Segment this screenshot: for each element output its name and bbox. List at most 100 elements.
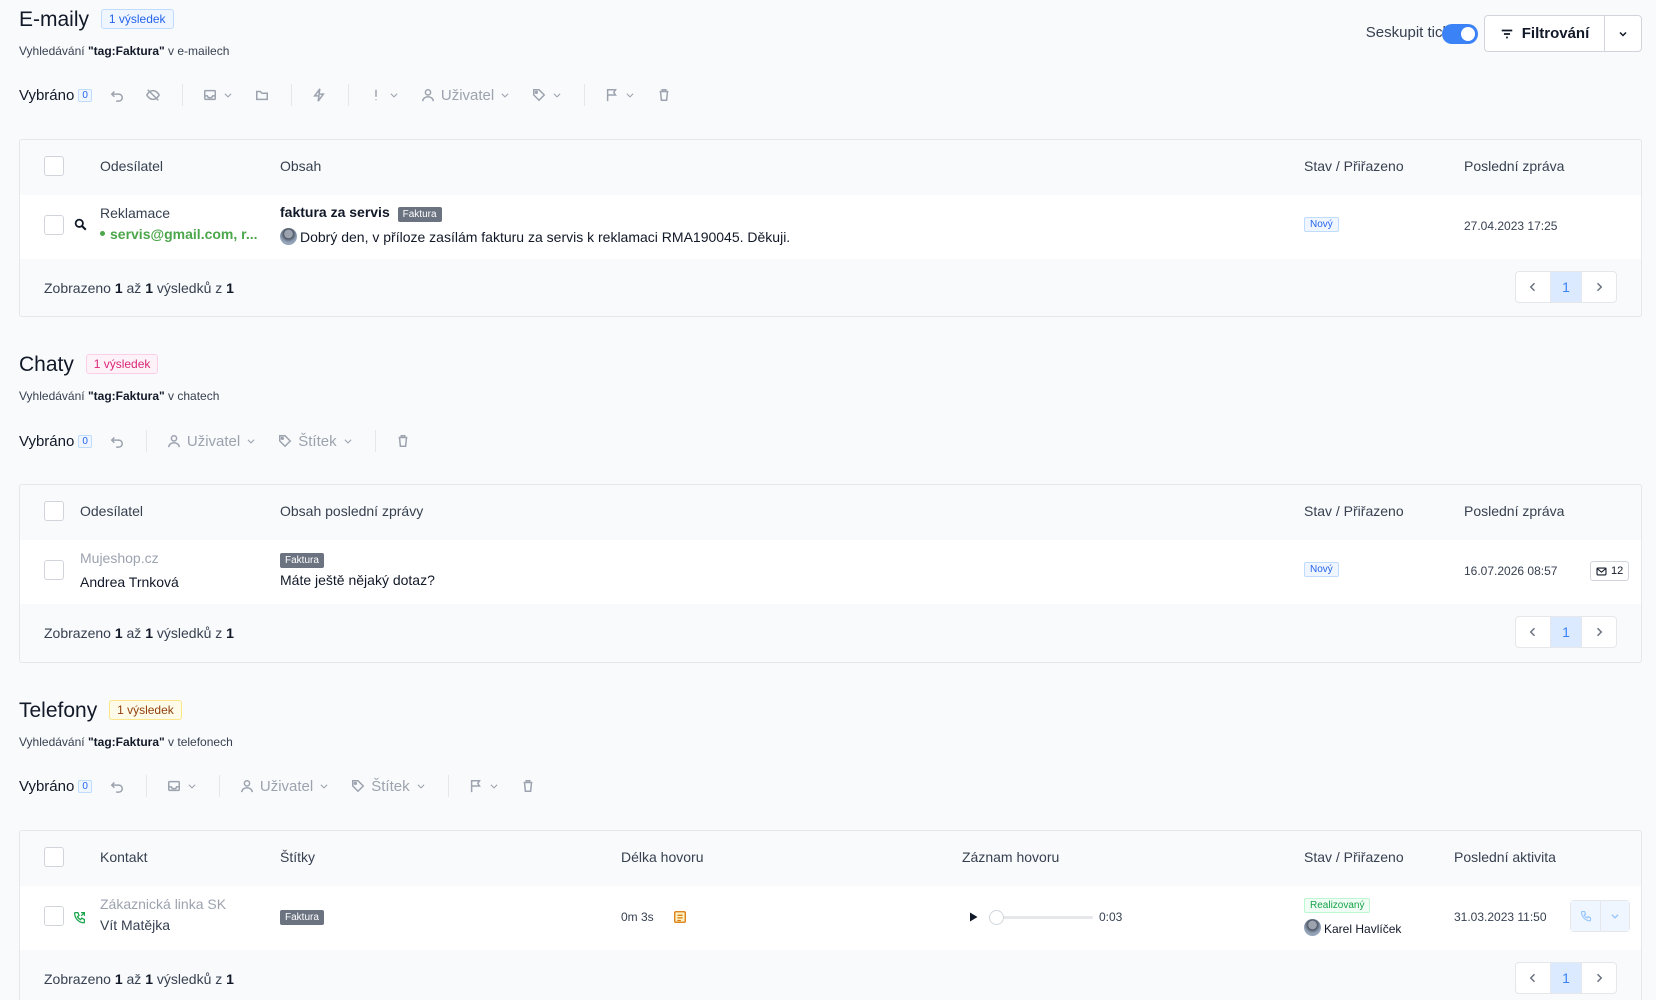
emails-table: Odesílatel Obsah Stav / Přiřazeno Posled…	[19, 139, 1642, 317]
sender-email[interactable]: servis@gmail.com, r...	[100, 226, 270, 242]
summary-of-word: výsledků z	[156, 971, 223, 987]
col-last-message[interactable]: Poslední zpráva	[1464, 503, 1564, 519]
undo-button[interactable]	[110, 434, 124, 448]
tag-badge: Faktura	[280, 550, 324, 568]
col-last-message[interactable]: Poslední zpráva	[1464, 158, 1564, 174]
next-page-button[interactable]	[1582, 272, 1616, 302]
summary-to: 1	[145, 625, 153, 641]
chat-source: Mujeshop.cz	[80, 550, 159, 566]
phone-icon	[1580, 910, 1591, 922]
trash-icon	[398, 435, 407, 447]
table-row[interactable]: Mujeshop.cz Andrea Trnková Faktura Máte …	[20, 540, 1641, 604]
page-button[interactable]: 1	[1550, 617, 1582, 647]
select-all-checkbox[interactable]	[44, 156, 64, 176]
col-status[interactable]: Stav / Přiřazeno	[1304, 849, 1404, 865]
email-subject: faktura za servis	[280, 204, 390, 220]
prev-page-button[interactable]	[1516, 272, 1550, 302]
play-icon[interactable]	[967, 911, 979, 923]
page-button[interactable]: 1	[1550, 272, 1582, 302]
divider	[181, 84, 183, 106]
tag-icon	[533, 89, 546, 102]
phones-title: Telefony	[19, 699, 98, 722]
row-checkbox[interactable]	[44, 906, 64, 926]
status-badge-text: Realizovaný	[1304, 898, 1371, 913]
undo-button[interactable]	[110, 779, 124, 793]
flag-button[interactable]	[469, 779, 499, 793]
summary-from: 1	[114, 625, 123, 641]
col-recording[interactable]: Záznam hovoru	[962, 849, 1059, 865]
page-button[interactable]: 1	[1550, 963, 1582, 993]
summary-to: 1	[145, 280, 153, 296]
tag-label: Štítek	[298, 432, 337, 450]
row-checkbox[interactable]	[44, 215, 64, 235]
delete-button[interactable]	[521, 779, 535, 793]
search-icon	[74, 218, 87, 231]
section-title: Telefony 1 výsledek	[19, 699, 182, 723]
delete-button[interactable]	[657, 88, 671, 102]
select-all-checkbox[interactable]	[44, 847, 64, 867]
pagination: 1	[1515, 616, 1617, 648]
chevron-down-icon	[344, 439, 352, 444]
next-page-button[interactable]	[1582, 617, 1616, 647]
col-duration[interactable]: Délka hovoru	[621, 849, 704, 865]
col-status[interactable]: Stav / Přiřazeno	[1304, 158, 1404, 174]
inbox-button[interactable]	[203, 88, 233, 102]
col-sender[interactable]: Odesílatel	[100, 158, 163, 174]
automation-button[interactable]	[312, 88, 326, 102]
user-button[interactable]: Uživatel	[240, 778, 329, 795]
divider	[447, 775, 449, 797]
user-label: Uživatel	[259, 777, 314, 795]
table-row[interactable]: Reklamace servis@gmail.com, r... faktura…	[20, 195, 1641, 259]
sender-name: Reklamace	[100, 205, 171, 221]
recording-progress-track[interactable]	[993, 916, 1093, 919]
search-suffix: v chatech	[168, 389, 220, 403]
delete-button[interactable]	[396, 434, 410, 448]
inbox-button[interactable]	[167, 779, 197, 793]
user-icon	[421, 89, 434, 102]
phone-line: Zákaznická linka SK	[100, 896, 227, 912]
mark-unread-button[interactable]	[145, 88, 160, 102]
recording-progress-thumb[interactable]	[989, 910, 1004, 925]
divider	[290, 84, 292, 106]
col-contact[interactable]: Kontakt	[100, 849, 147, 865]
col-sender[interactable]: Odesílatel	[80, 503, 143, 519]
flag-button[interactable]	[605, 88, 635, 102]
prev-page-button[interactable]	[1516, 617, 1550, 647]
message-count-badge[interactable]: 12	[1590, 561, 1630, 581]
search-prefix: Vyhledávání	[19, 44, 85, 58]
folder-button[interactable]	[255, 88, 269, 102]
emails-title: E-maily	[19, 8, 90, 31]
user-button[interactable]: Uživatel	[421, 87, 510, 104]
undo-button[interactable]	[110, 88, 124, 102]
pagination: 1	[1515, 271, 1617, 303]
tag-button[interactable]: Štítek	[351, 778, 425, 795]
col-status[interactable]: Stav / Přiřazeno	[1304, 503, 1404, 519]
col-last-message-content[interactable]: Obsah poslední zprávy	[280, 503, 423, 519]
outgoing-call-icon	[74, 912, 85, 924]
mail-icon	[1596, 567, 1607, 575]
note-icon[interactable]	[673, 910, 687, 924]
call-button[interactable]	[1571, 901, 1601, 931]
search-query: "tag:Faktura"	[87, 735, 165, 749]
sender-name: Andrea Trnková	[80, 574, 179, 590]
priority-button[interactable]	[369, 88, 399, 102]
call-dropdown-button[interactable]	[1601, 901, 1629, 931]
row-checkbox[interactable]	[44, 560, 64, 580]
col-tags[interactable]: Štítky	[280, 849, 315, 865]
tag-button[interactable]	[532, 88, 562, 102]
col-content[interactable]: Obsah	[280, 158, 321, 174]
next-page-button[interactable]	[1582, 963, 1616, 993]
user-button[interactable]: Uživatel	[167, 433, 256, 450]
prev-page-button[interactable]	[1516, 963, 1550, 993]
table-row[interactable]: Zákaznická linka SK Vít Matějka Faktura …	[20, 886, 1641, 950]
pagination: 1	[1515, 962, 1617, 994]
results-summary: Zobrazeno 1 až 1 výsledků z 1	[44, 625, 234, 641]
select-all-checkbox[interactable]	[44, 501, 64, 521]
tag-button[interactable]: Štítek	[278, 433, 352, 450]
col-last-activity[interactable]: Poslední aktivita	[1454, 849, 1556, 865]
chats-section: Chaty 1 výsledek Vyhledávání "tag:Faktur…	[19, 353, 1642, 663]
email-subject-line[interactable]: faktura za servis Faktura	[280, 204, 442, 222]
exclamation-icon	[375, 89, 377, 101]
chevron-down-icon	[320, 784, 328, 789]
selected-label: Vybráno	[19, 86, 75, 104]
